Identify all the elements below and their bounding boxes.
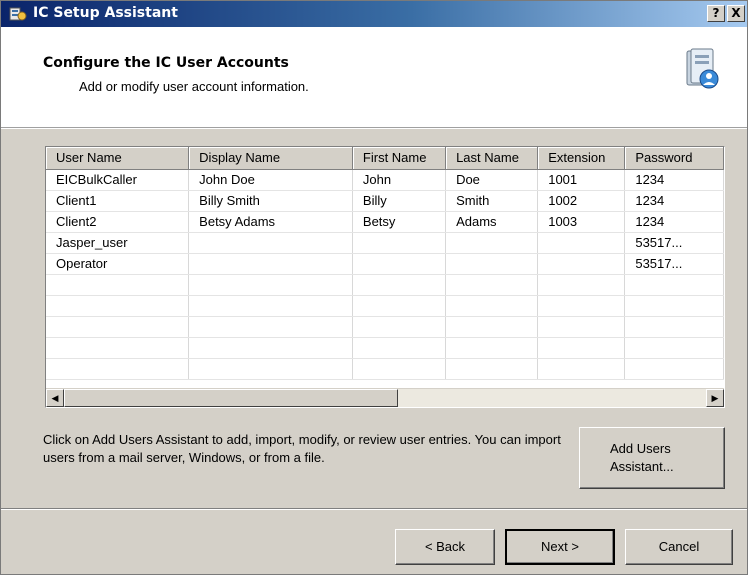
scrollbar-thumb[interactable] <box>64 389 398 407</box>
cell-first-name: John <box>352 169 447 191</box>
footer-separator <box>1 508 747 510</box>
cell-extension <box>537 253 626 275</box>
cell-display-name: Billy Smith <box>188 190 353 212</box>
cell-last-name <box>445 253 539 275</box>
cell-last-name: Adams <box>445 211 539 233</box>
cell-first-name: Billy <box>352 190 447 212</box>
column-header-first-name[interactable]: First Name <box>352 147 447 170</box>
close-button[interactable]: X <box>727 5 745 22</box>
cell-user-name: Jasper_user <box>46 232 190 254</box>
cell-password: 1234 <box>624 211 724 233</box>
instructions-text: Click on Add Users Assistant to add, imp… <box>43 432 561 465</box>
cell-password: 53517... <box>624 253 724 275</box>
cell-extension: 1001 <box>537 169 626 191</box>
table-header-row: User Name Display Name First Name Last N… <box>46 147 724 170</box>
column-header-extension[interactable]: Extension <box>537 147 626 170</box>
cell-last-name: Smith <box>445 190 539 212</box>
cell-password: 53517... <box>624 232 724 254</box>
cell-first-name <box>352 232 447 254</box>
horizontal-scrollbar[interactable]: ◀ ▶ <box>46 388 724 407</box>
cell-user-name: EICBulkCaller <box>46 169 190 191</box>
column-header-display-name[interactable]: Display Name <box>188 147 353 170</box>
next-button[interactable]: Next > <box>505 529 615 565</box>
table-row-empty[interactable] <box>46 316 724 338</box>
user-grid: User Name Display Name First Name Last N… <box>46 147 724 380</box>
table-row-empty[interactable] <box>46 295 724 317</box>
table-row[interactable]: EICBulkCaller John Doe John Doe 1001 123… <box>46 169 724 191</box>
setup-assistant-icon <box>9 7 27 21</box>
header-separator <box>1 128 747 129</box>
cell-extension: 1002 <box>537 190 626 212</box>
cell-user-name: Client2 <box>46 211 190 233</box>
cancel-button[interactable]: Cancel <box>625 529 733 565</box>
cell-display-name <box>188 232 353 254</box>
wizard-header: Configure the IC User Accounts Add or mo… <box>1 27 747 128</box>
column-header-password[interactable]: Password <box>624 147 724 170</box>
back-button[interactable]: < Back <box>395 529 495 565</box>
table-row-empty[interactable] <box>46 274 724 296</box>
cell-password: 1234 <box>624 169 724 191</box>
cell-password: 1234 <box>624 190 724 212</box>
column-header-user-name[interactable]: User Name <box>46 147 190 170</box>
page-subtitle: Add or modify user account information. <box>79 79 309 94</box>
cell-last-name: Doe <box>445 169 539 191</box>
user-accounts-table[interactable]: User Name Display Name First Name Last N… <box>45 146 725 408</box>
add-users-label-line2: Assistant... <box>610 459 674 474</box>
cell-first-name: Betsy <box>352 211 447 233</box>
column-header-last-name[interactable]: Last Name <box>445 147 539 170</box>
table-row[interactable]: Operator 53517... <box>46 253 724 275</box>
window-title: IC Setup Assistant <box>33 5 178 21</box>
scroll-left-arrow-icon[interactable]: ◀ <box>46 389 64 407</box>
cell-extension: 1003 <box>537 211 626 233</box>
cell-display-name <box>188 253 353 275</box>
help-button[interactable]: ? <box>707 5 725 22</box>
table-row-empty[interactable] <box>46 337 724 359</box>
cell-first-name <box>352 253 447 275</box>
cell-last-name <box>445 232 539 254</box>
cell-display-name: Betsy Adams <box>188 211 353 233</box>
next-button-label: Next > <box>541 539 579 554</box>
setup-assistant-window: IC Setup Assistant ? X Configure the IC … <box>0 0 748 575</box>
title-bar[interactable]: IC Setup Assistant ? X <box>1 1 747 27</box>
table-row[interactable]: Client2 Betsy Adams Betsy Adams 1003 123… <box>46 211 724 233</box>
add-users-assistant-button[interactable]: Add Users Assistant... <box>579 427 725 489</box>
page-title: Configure the IC User Accounts <box>43 55 289 71</box>
cell-user-name: Operator <box>46 253 190 275</box>
table-row[interactable]: Jasper_user 53517... <box>46 232 724 254</box>
cell-extension <box>537 232 626 254</box>
user-accounts-icon <box>686 48 719 89</box>
table-row[interactable]: Client1 Billy Smith Billy Smith 1002 123… <box>46 190 724 212</box>
table-row-empty[interactable] <box>46 358 724 380</box>
scroll-right-arrow-icon[interactable]: ▶ <box>706 389 724 407</box>
cell-display-name: John Doe <box>188 169 353 191</box>
add-users-label-line1: Add Users <box>610 441 671 456</box>
cell-user-name: Client1 <box>46 190 190 212</box>
